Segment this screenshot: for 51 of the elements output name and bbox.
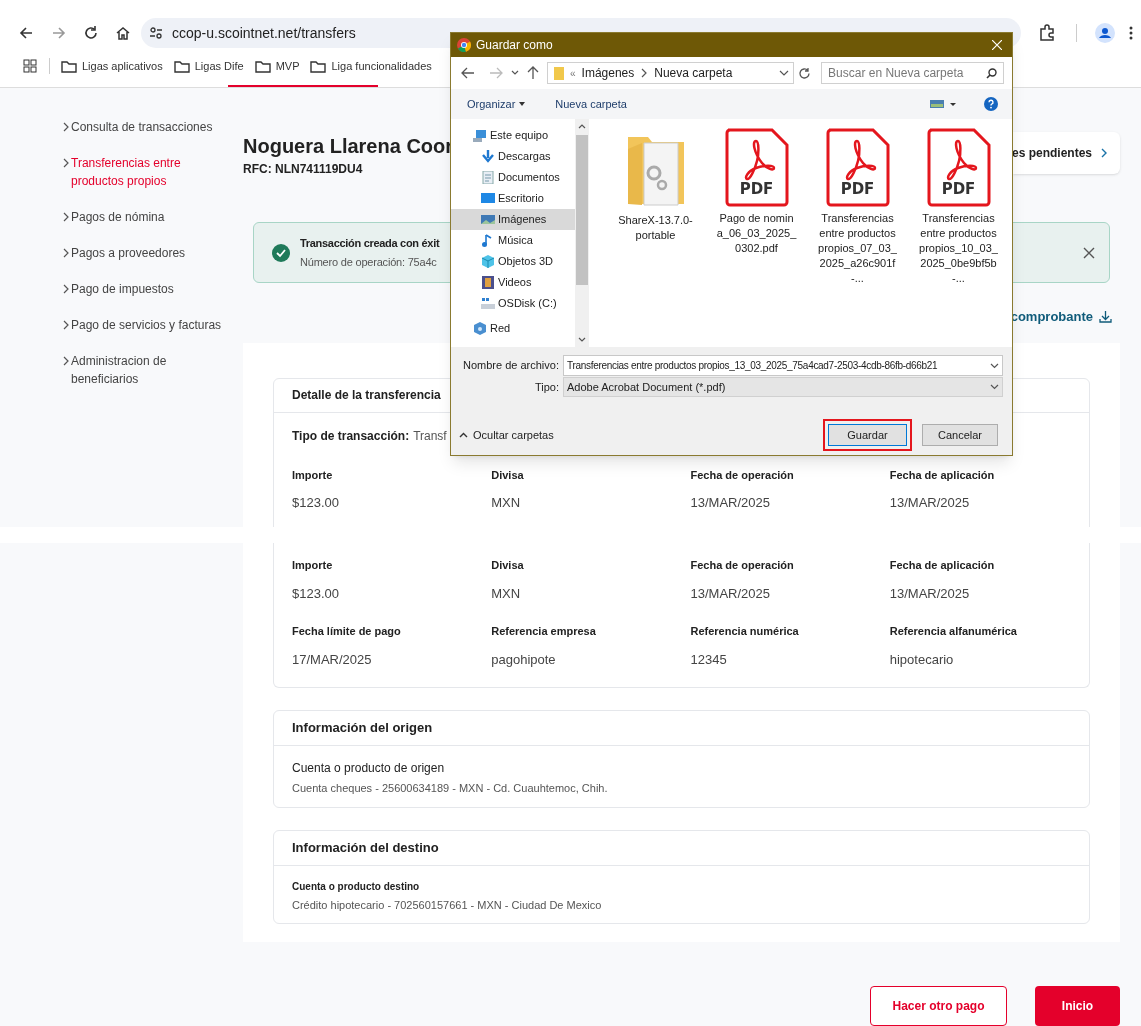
file-name: Transferencias entre productos propios_10_03_2025_0be9bf5b-... (918, 211, 999, 286)
field-value: $123.00 (292, 494, 339, 512)
company-name: Noguera Llarena Coor (243, 134, 454, 158)
field-value: 12345 (690, 650, 727, 669)
filename-text: Transferencias entre productos propios_13_03_2025_75a4cad7-2503-4cdb-86fb-d66b21 (567, 359, 938, 373)
operation-number: Número de operación: 75a4c (300, 254, 437, 270)
field-value: $123.00 (292, 584, 339, 603)
field-label: Importe (292, 467, 333, 483)
field-value: 13/MAR/2025 (690, 584, 770, 603)
dialog-title: Guardar como (476, 37, 553, 54)
field-label: Referencia numérica (690, 624, 799, 639)
field-label: Cuenta o producto destino (292, 879, 421, 894)
file-name: Pago de nomina_06_03_2025_0302.pdf (716, 211, 797, 256)
section-title: Información del destino (292, 838, 439, 857)
field-value: hipotecario (889, 650, 954, 669)
field-label: Importe (292, 558, 333, 573)
search-placeholder: Buscar en Nueva carpeta (828, 65, 965, 82)
section-title: Detalle de la transferencia (292, 387, 441, 404)
field-label: Divisa (491, 558, 524, 573)
alert-title: Transacción creada con éxit (300, 236, 440, 251)
field-value: pagohipote (491, 650, 556, 669)
field-value: MXN (491, 584, 521, 603)
rfc-text: RFC: NLN741119DU4 (243, 161, 364, 178)
field-label: Nombre de archivo: (463, 358, 559, 374)
field-label: Fecha de operación (690, 558, 794, 573)
field-value: Cuenta cheques - 25600634189 - MXN - Cd. Cuauhtemoc, Chih. (292, 781, 609, 796)
field-label: Fecha de aplicación (889, 558, 995, 573)
field-value: Crédito hipotecario - 702560157661 - MXN - Ciudad De Mexico (292, 897, 603, 913)
file-type-label: PDF (839, 181, 876, 197)
field-label: Fecha de operación (690, 467, 794, 483)
field-label: Fecha de aplicación (889, 467, 995, 483)
field-label: Tipo de transacción: (292, 427, 410, 445)
file-name: Transferencias entre productos propios_07_03_2025_a26c901f-... (817, 211, 898, 286)
field-value: 13/MAR/2025 (889, 584, 970, 603)
field-value: 17/MAR/2025 (292, 650, 372, 669)
field-value: MXN (491, 494, 521, 512)
field-label: Divisa (491, 467, 524, 483)
url-text: ccop-u.scointnet.net/transfers (172, 23, 356, 43)
type-value: Adobe Acrobat Document (*.pdf) (567, 379, 727, 395)
field-value: 13/MAR/2025 (690, 494, 770, 512)
field-label: Fecha límite de pago (292, 624, 401, 639)
field-label: Tipo: (533, 379, 559, 395)
section-title: Información del origen (292, 719, 433, 738)
field-value: 13/MAR/2025 (889, 494, 970, 512)
file-type-label: PDF (940, 181, 977, 197)
field-label: Referencia alfanumérica (889, 624, 1017, 639)
file-type-label: PDF (738, 181, 775, 197)
field-label: Cuenta o producto de origen (292, 760, 446, 777)
field-label: Referencia empresa (491, 624, 596, 639)
file-name: ShareX-13.7.0-portable (617, 213, 694, 243)
field-value: Transf (413, 427, 447, 445)
